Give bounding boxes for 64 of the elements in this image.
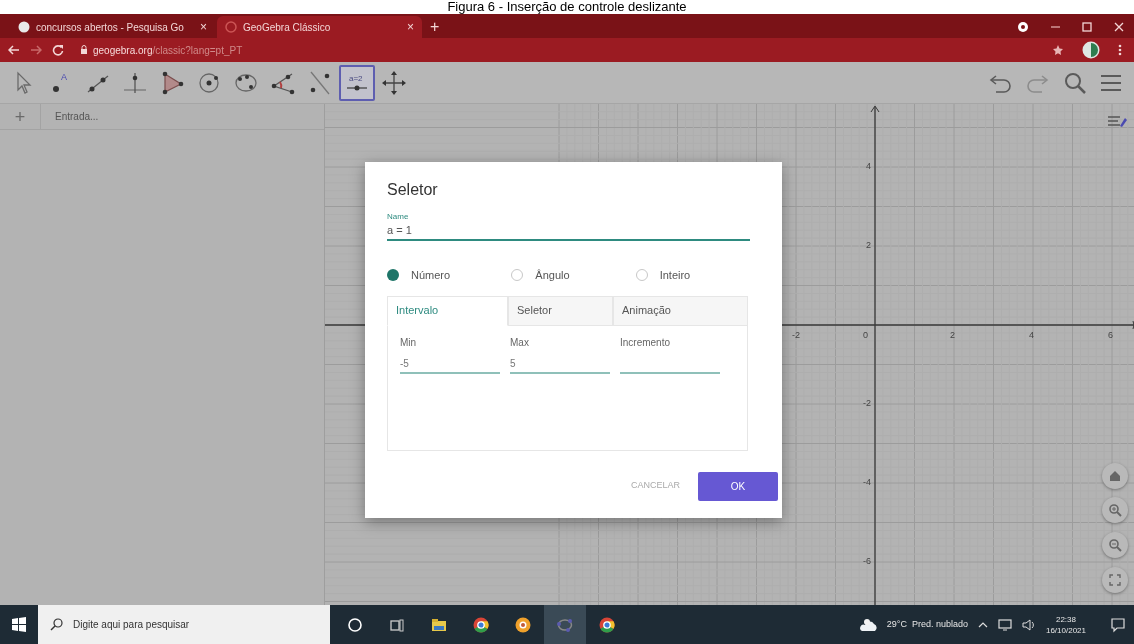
globe-icon — [18, 21, 30, 33]
close-icon[interactable]: × — [407, 21, 414, 33]
volume-icon[interactable] — [1021, 617, 1036, 632]
tab-title: concursos abertos - Pesquisa Go — [36, 20, 185, 35]
clock-time[interactable]: 22:38 — [1055, 613, 1076, 625]
search-icon — [50, 618, 63, 631]
input-field[interactable]: 5 — [510, 355, 610, 374]
radio-label: Inteiro — [659, 268, 691, 283]
input-field[interactable]: Entrada... — [40, 103, 324, 130]
search-icon[interactable] — [1064, 71, 1086, 94]
dialog-tab[interactable]: Animação — [613, 295, 748, 326]
notification-icon[interactable] — [1110, 616, 1126, 633]
field-label: Max — [510, 337, 530, 348]
cloud-icon[interactable] — [858, 616, 877, 633]
browser-icon — [472, 615, 490, 634]
more-icon[interactable] — [1118, 44, 1122, 56]
dialog-title: Seletor — [387, 182, 439, 198]
axis-label: 4 — [1029, 331, 1034, 340]
fullscreen-icon — [1108, 573, 1122, 587]
figure-caption: Figura 6 - Inserção de controle deslizante — [447, 0, 687, 14]
search-field[interactable]: Digite aqui para pesquisar — [38, 605, 330, 644]
close-icon[interactable]: × — [200, 21, 207, 33]
zoom-out-icon — [1108, 538, 1122, 552]
circle-icon — [346, 615, 364, 634]
reload-icon[interactable] — [52, 44, 64, 56]
weather-text[interactable]: 29°C Pred. nublado — [886, 617, 968, 632]
windows-icon[interactable] — [12, 617, 26, 632]
axis-label: -2 — [862, 399, 871, 408]
axis-label: 2 — [865, 241, 871, 250]
field-label: Min — [400, 337, 418, 348]
record-icon[interactable] — [1017, 21, 1029, 33]
radio-label: Ângulo — [535, 268, 570, 283]
home-icon — [1108, 469, 1122, 483]
avatar-icon[interactable] — [1082, 41, 1100, 59]
favicon-icon — [225, 21, 237, 33]
axis-label: -4 — [862, 478, 871, 487]
axis-label: 0 — [863, 331, 868, 340]
radio-label: Número — [411, 268, 451, 283]
url-text: geogebra.org/classic?lang=pt_PT — [93, 43, 243, 58]
axis-label: 4 — [865, 162, 871, 171]
new-tab-button[interactable]: + — [430, 19, 440, 35]
network-icon[interactable] — [997, 618, 1012, 631]
ok-button[interactable]: OK — [698, 471, 778, 501]
browser-tab[interactable]: GeoGebra Clássico × — [217, 16, 422, 38]
name-field[interactable]: Name a = 1 — [387, 213, 750, 241]
star-icon[interactable] — [1052, 44, 1064, 56]
close-icon[interactable] — [1114, 22, 1124, 32]
axis-label: -2 — [792, 331, 800, 340]
browser-icon — [598, 615, 616, 634]
input-field[interactable]: -5 — [400, 355, 500, 374]
app-icon — [514, 615, 532, 634]
zoom-in-icon — [1108, 503, 1122, 517]
radio-button[interactable] — [387, 269, 399, 282]
dialog-tab[interactable]: Intervalo — [387, 295, 508, 326]
clock-date[interactable]: 16/10/2021 — [1045, 624, 1086, 636]
field-label: Incremento — [620, 337, 672, 348]
axis-label: 6 — [1108, 331, 1113, 340]
maximize-icon[interactable] — [1082, 22, 1092, 32]
dialog-tab[interactable]: Seletor — [508, 295, 613, 326]
back-icon[interactable] — [8, 44, 20, 56]
tab-title: GeoGebra Clássico — [243, 20, 332, 35]
lock-icon — [80, 45, 88, 55]
axis-label: 2 — [950, 331, 955, 340]
axis-label: -6 — [862, 557, 871, 566]
